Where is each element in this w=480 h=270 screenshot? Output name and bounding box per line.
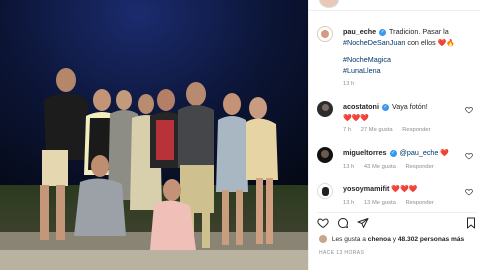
likes-summary: Les gusta a chenoa y 48.302 personas más (319, 235, 464, 243)
author-username[interactable]: pau_eche (343, 27, 376, 36)
reply-button[interactable]: Responder (402, 127, 430, 133)
comment-meta: 7 h 27 Me gusta Responder (343, 127, 439, 133)
liker-username[interactable]: chenoa (368, 236, 391, 243)
header-avatar[interactable] (319, 0, 339, 8)
post-timestamp[interactable]: HACE 13 HORAS (319, 250, 364, 256)
likes-prefix: Les gusta a (331, 235, 366, 243)
commenter-username[interactable]: acostatoni (343, 102, 379, 111)
comment-text-block: acostatoni ✓ Vaya fotón! ❤️❤️❤️ (343, 102, 463, 124)
caption-suffix: con ellos (407, 37, 436, 47)
liker-avatar[interactable] (319, 235, 327, 243)
reply-button[interactable]: Responder (405, 200, 433, 206)
caption-text-block: pau_eche ✓ Tradicion. Pasar la #NocheDeS… (343, 27, 463, 76)
comment-likes-count[interactable]: 43 Me gusta (364, 164, 396, 170)
bookmark-icon[interactable] (465, 217, 477, 229)
comment-text-block: yosoymamifit ❤️❤️❤️ (343, 184, 463, 196)
header-divider (309, 10, 480, 11)
comment-time[interactable]: 7 h (343, 127, 351, 133)
comment-meta: 13 h 13 Me gusta Responder (343, 200, 442, 206)
comment-emojis: ❤️ (440, 150, 450, 157)
comment-icon[interactable] (337, 217, 349, 229)
heart-outline-icon[interactable] (317, 217, 329, 229)
caption-text: Tradicion. Pasar la (389, 27, 449, 36)
author-avatar[interactable] (317, 26, 333, 42)
commenter-avatar[interactable] (317, 183, 333, 199)
comment-text: Vaya fotón! (391, 102, 428, 111)
comment-time[interactable]: 13 h (343, 200, 354, 206)
commenter-username[interactable]: yosoymamifit (343, 184, 389, 193)
comment-likes-count[interactable]: 27 Me gusta (361, 127, 393, 133)
caption-hashtag[interactable]: #NocheDeSanJuan (343, 38, 405, 47)
comment-mention[interactable]: @pau_eche (400, 148, 439, 157)
action-bar (317, 212, 477, 233)
likes-joiner: y (392, 235, 397, 243)
comment-likes-count[interactable]: 13 Me gusta (364, 200, 396, 206)
comment-time[interactable]: 13 h (343, 164, 354, 170)
commenter-username[interactable]: migueltorres (343, 148, 387, 157)
comment-meta: 13 h 43 Me gusta Responder (343, 164, 442, 170)
comment-text-block: migueltorres ✓ @pau_eche ❤️ (343, 148, 463, 160)
commenter-avatar[interactable] (317, 147, 333, 163)
likes-count[interactable]: 48.302 personas más (398, 236, 464, 243)
commenter-avatar[interactable] (317, 101, 333, 117)
share-icon[interactable] (357, 217, 369, 229)
caption-meta: 13 h (343, 81, 362, 87)
caption-emojis: ❤️🔥 (437, 39, 456, 47)
comment-like-heart-icon[interactable] (465, 188, 473, 196)
comment-like-heart-icon[interactable] (465, 152, 473, 160)
caption-time[interactable]: 13 h (343, 81, 354, 87)
comment-emojis: ❤️❤️❤️ (391, 186, 418, 193)
post-side-panel: pau_eche ✓ Tradicion. Pasar la #NocheDeS… (308, 0, 480, 270)
group-night-photo (0, 0, 308, 270)
verified-badge-icon: ✓ (389, 149, 397, 157)
post-photo[interactable] (0, 0, 308, 270)
verified-badge-icon: ✓ (381, 103, 389, 111)
hashtag-nochemagica[interactable]: #NocheMagica (343, 55, 463, 66)
comment-like-heart-icon[interactable] (465, 106, 473, 114)
hashtag-lunallena[interactable]: #LunaLlena (343, 66, 463, 77)
reply-button[interactable]: Responder (405, 164, 433, 170)
verified-badge-icon: ✓ (379, 28, 387, 36)
comment-emojis: ❤️❤️❤️ (343, 114, 370, 122)
